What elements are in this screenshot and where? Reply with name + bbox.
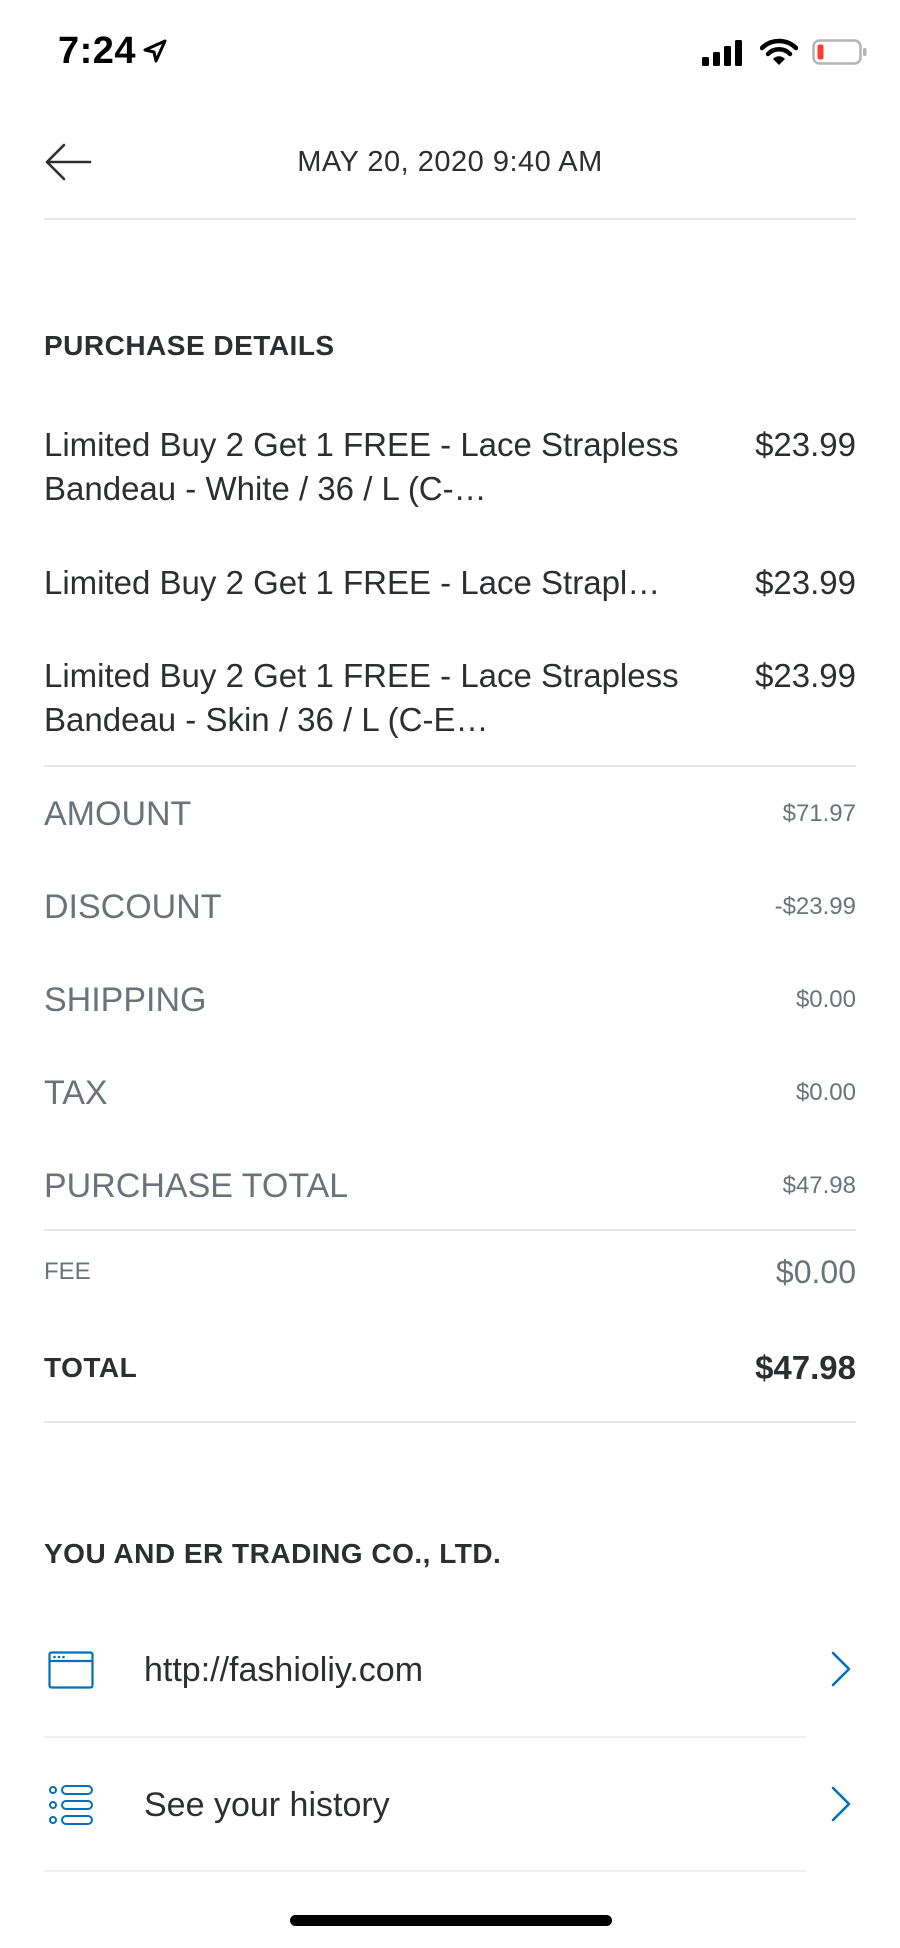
item-price: $23.99	[755, 564, 856, 601]
item-price: $23.99	[755, 657, 856, 694]
chevron-right-icon	[830, 1785, 852, 1828]
status-bar: 7:24	[0, 0, 900, 110]
total-value: $47.98	[755, 1349, 856, 1386]
purchase-item: Limited Buy 2 Get 1 FREE - Lace Straples…	[44, 654, 856, 742]
tax-row: TAX $0.00	[44, 1071, 856, 1115]
purchase-item: Limited Buy 2 Get 1 FREE - Lace Straples…	[44, 423, 856, 511]
nav-header: MAY 20, 2020 9:40 AM	[0, 110, 900, 220]
amount-value: $71.97	[782, 800, 856, 827]
fee-value: $0.00	[775, 1253, 856, 1290]
page-title: MAY 20, 2020 9:40 AM	[297, 146, 603, 178]
link-divider	[44, 1870, 806, 1872]
tax-label: TAX	[44, 1073, 108, 1112]
total-label: TOTAL	[44, 1352, 138, 1383]
total-row: TOTAL $47.98	[44, 1346, 856, 1390]
item-name: Limited Buy 2 Get 1 FREE - Lace Strapl…	[44, 564, 661, 601]
shipping-value: $0.00	[795, 986, 856, 1013]
purchase-details-title: PURCHASE DETAILS	[44, 330, 335, 361]
total-divider	[44, 1421, 856, 1423]
home-indicator	[290, 1915, 612, 1926]
fee-label: FEE	[44, 1258, 91, 1285]
cellular-signal-icon	[702, 38, 746, 71]
purchase-total-row: PURCHASE TOTAL $47.98	[44, 1164, 856, 1208]
merchant-title: YOU AND ER TRADING CO., LTD.	[44, 1538, 502, 1569]
wifi-icon	[759, 38, 799, 71]
merchant-website-link[interactable]: http://fashioliy.com	[44, 1603, 856, 1737]
purchase-item: Limited Buy 2 Get 1 FREE - Lace Strapl… …	[44, 561, 856, 605]
list-icon	[44, 1778, 98, 1832]
header-divider	[44, 218, 856, 220]
items-divider	[44, 765, 856, 767]
item-name: Limited Buy 2 Get 1 FREE - Lace Straples…	[44, 657, 679, 738]
see-history-label: See your history	[144, 1785, 390, 1824]
item-price: $23.99	[755, 426, 856, 463]
see-history-link[interactable]: See your history	[44, 1738, 856, 1872]
chevron-right-icon	[830, 1650, 852, 1693]
discount-value: -$23.99	[774, 893, 856, 920]
amount-label: AMOUNT	[44, 794, 192, 833]
merchant-website-label: http://fashioliy.com	[144, 1650, 424, 1689]
discount-row: DISCOUNT -$23.99	[44, 885, 856, 929]
shipping-row: SHIPPING $0.00	[44, 978, 856, 1022]
fee-row: FEE $0.00	[44, 1250, 856, 1294]
location-arrow-icon	[142, 38, 168, 69]
summary-divider	[44, 1229, 856, 1231]
item-name: Limited Buy 2 Get 1 FREE - Lace Straples…	[44, 426, 679, 507]
discount-label: DISCOUNT	[44, 887, 222, 926]
shipping-label: SHIPPING	[44, 980, 207, 1019]
purchase-total-label: PURCHASE TOTAL	[44, 1166, 349, 1205]
status-time: 7:24	[58, 30, 137, 72]
status-indicators	[702, 38, 868, 71]
battery-low-icon	[812, 38, 868, 71]
tax-value: $0.00	[795, 1079, 856, 1106]
amount-row: AMOUNT $71.97	[44, 792, 856, 836]
purchase-total-value: $47.98	[782, 1172, 856, 1199]
browser-window-icon	[44, 1643, 98, 1697]
